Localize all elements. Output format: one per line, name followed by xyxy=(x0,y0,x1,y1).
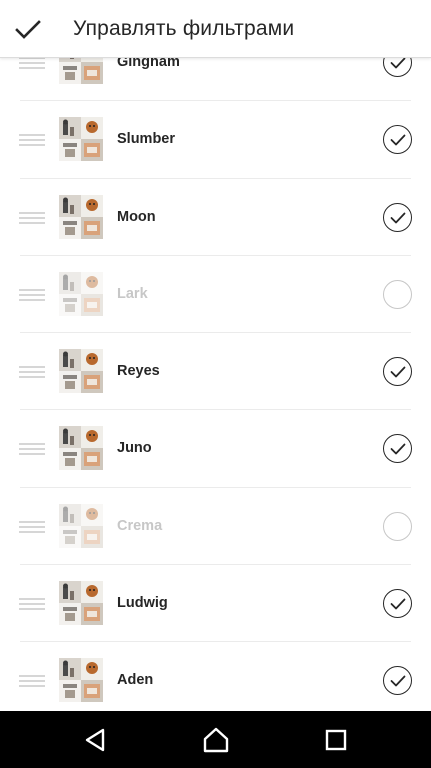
filter-thumbnail xyxy=(59,271,103,316)
filter-row-moon[interactable]: Moon xyxy=(0,179,431,257)
filter-row-slumber[interactable]: Slumber xyxy=(0,101,431,179)
filter-row-ludwig[interactable]: Ludwig xyxy=(0,565,431,643)
filter-row-reyes[interactable]: Reyes xyxy=(0,333,431,411)
filter-toggle-checkbox[interactable] xyxy=(383,279,412,309)
app-bar: Управлять фильтрами xyxy=(0,0,431,58)
filter-name: Lark xyxy=(117,285,148,302)
filter-list: Gingham Slumber Moon Lark Reyes Juno Cre… xyxy=(0,24,431,720)
drag-handle-icon[interactable] xyxy=(19,57,45,69)
drag-handle-icon[interactable] xyxy=(19,598,45,611)
home-icon[interactable] xyxy=(202,727,229,753)
filter-name: Juno xyxy=(117,440,152,457)
drag-handle-icon[interactable] xyxy=(19,675,45,688)
recents-square-icon[interactable] xyxy=(323,727,349,753)
filter-toggle-checkbox[interactable] xyxy=(383,511,412,541)
drag-handle-icon[interactable] xyxy=(19,366,45,379)
filter-name: Ludwig xyxy=(117,595,168,612)
system-nav-bar xyxy=(0,711,431,768)
filter-name: Crema xyxy=(117,517,163,534)
filter-name: Moon xyxy=(117,208,156,225)
filter-toggle-checkbox[interactable] xyxy=(383,357,412,387)
back-triangle-icon[interactable] xyxy=(83,727,109,753)
filter-thumbnail xyxy=(59,349,103,394)
drag-handle-icon[interactable] xyxy=(19,288,45,301)
filter-row-crema[interactable]: Crema xyxy=(0,488,431,566)
drag-handle-icon[interactable] xyxy=(19,211,45,224)
filter-toggle-checkbox[interactable] xyxy=(383,666,412,696)
filter-row-aden[interactable]: Aden xyxy=(0,642,431,720)
filter-thumbnail xyxy=(59,503,103,548)
filter-name: Aden xyxy=(117,672,154,689)
drag-handle-icon[interactable] xyxy=(19,134,45,147)
filter-thumbnail xyxy=(59,194,103,239)
filter-toggle-checkbox[interactable] xyxy=(383,125,412,155)
page-title: Управлять фильтрами xyxy=(73,17,295,40)
filter-thumbnail xyxy=(59,426,103,471)
filter-toggle-checkbox[interactable] xyxy=(383,202,412,232)
filter-thumbnail xyxy=(59,581,103,626)
filter-row-juno[interactable]: Juno xyxy=(0,410,431,489)
filter-toggle-checkbox[interactable] xyxy=(383,589,412,619)
drag-handle-icon[interactable] xyxy=(19,520,45,533)
filter-name: Slumber xyxy=(117,131,176,148)
filter-toggle-checkbox[interactable] xyxy=(383,434,412,464)
filter-thumbnail xyxy=(59,658,103,703)
filter-row-lark[interactable]: Lark xyxy=(0,256,431,334)
drag-handle-icon[interactable] xyxy=(19,443,45,456)
filter-name: Reyes xyxy=(117,363,160,380)
filter-thumbnail xyxy=(59,117,103,162)
check-icon[interactable] xyxy=(12,14,44,46)
